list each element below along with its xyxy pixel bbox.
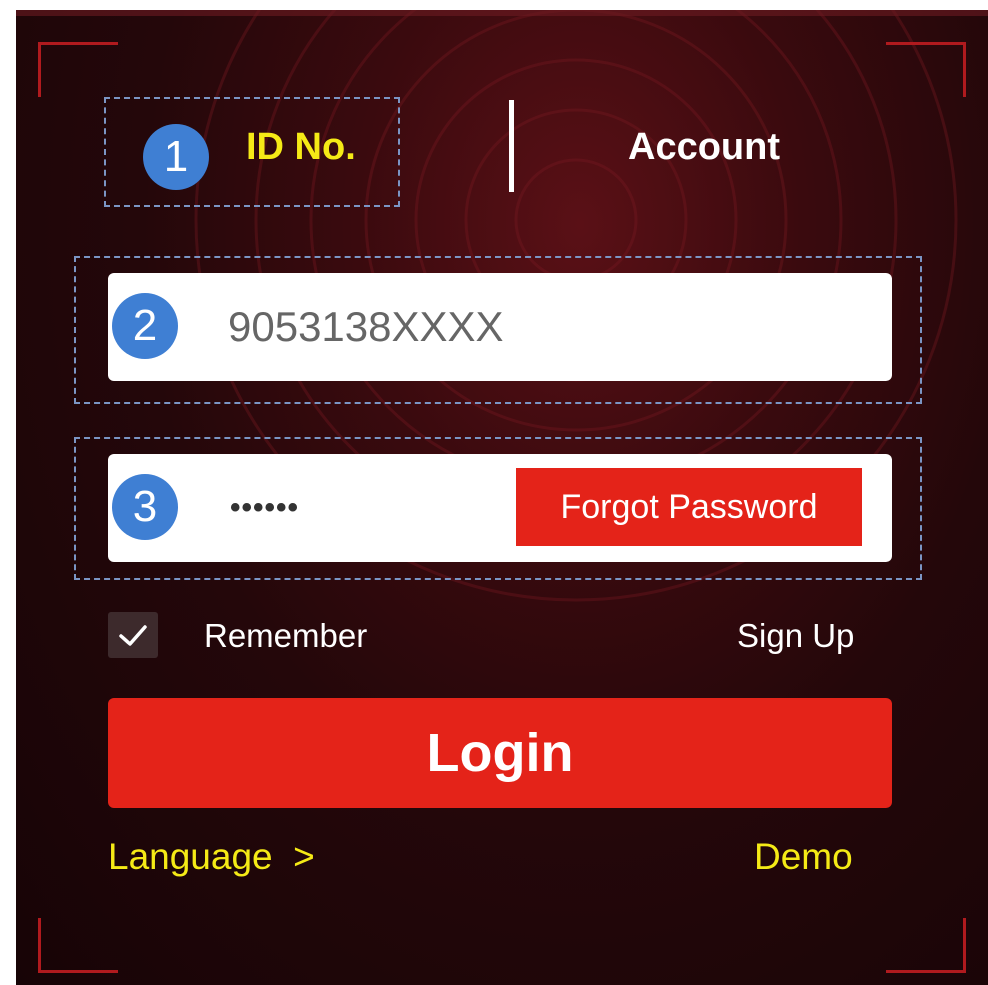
remember-label[interactable]: Remember xyxy=(204,617,367,655)
id-number-field[interactable] xyxy=(108,273,892,381)
id-number-input[interactable] xyxy=(228,273,868,381)
corner-bracket-top-right xyxy=(886,42,966,97)
password-masked-value[interactable]: •••••• xyxy=(230,454,299,562)
forgot-password-button[interactable]: Forgot Password xyxy=(516,468,862,546)
corner-bracket-top-left xyxy=(38,42,118,97)
password-field[interactable]: •••••• Forgot Password xyxy=(108,454,892,562)
tab-account[interactable]: Account xyxy=(628,126,780,169)
login-button[interactable]: Login xyxy=(108,698,892,808)
checkmark-icon xyxy=(119,625,147,646)
sign-up-link[interactable]: Sign Up xyxy=(737,617,854,655)
annotation-badge-3: 3 xyxy=(112,474,178,540)
annotation-badge-2: 2 xyxy=(112,293,178,359)
tab-id-no[interactable]: ID No. xyxy=(246,126,356,169)
language-link[interactable]: Language > xyxy=(108,836,315,878)
annotation-badge-1: 1 xyxy=(143,124,209,190)
tab-divider xyxy=(509,100,514,192)
demo-link[interactable]: Demo xyxy=(754,836,853,878)
remember-checkbox[interactable] xyxy=(108,612,158,658)
corner-bracket-bottom-right xyxy=(886,918,966,973)
corner-bracket-bottom-left xyxy=(38,918,118,973)
